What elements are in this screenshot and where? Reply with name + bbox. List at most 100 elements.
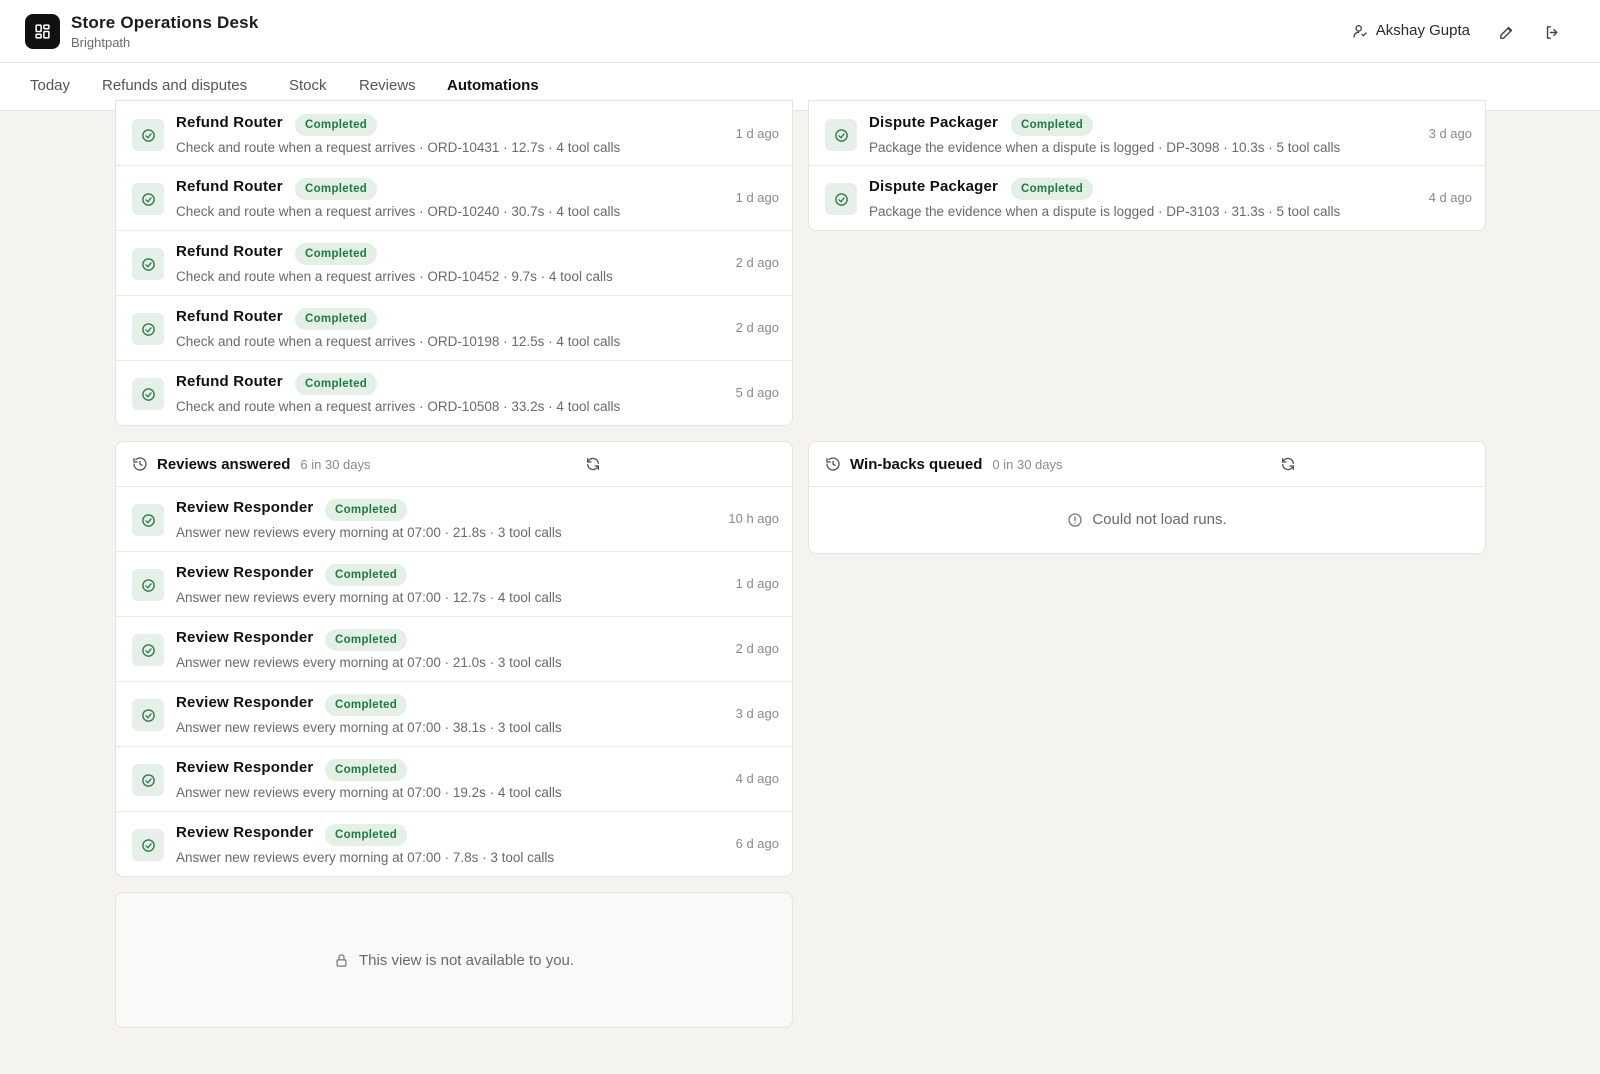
card-header: Reviews answered 6 in 30 days <box>116 442 792 487</box>
run-time: 1 d ago <box>735 190 779 205</box>
run-time: 4 d ago <box>735 771 779 786</box>
check-circle-icon <box>141 322 155 336</box>
run-time: 2 d ago <box>735 255 779 270</box>
list-item[interactable]: Review Responder Completed Answer new re… <box>116 552 792 617</box>
check-circle-icon <box>834 192 848 206</box>
dispute-runs-card: Dispute Packager Completed Package the e… <box>808 100 1486 231</box>
status-badge: Completed <box>325 824 408 846</box>
run-time: 5 d ago <box>735 385 779 400</box>
status-badge: Completed <box>295 178 378 200</box>
run-description: Answer new reviews every morning at 07:0… <box>176 850 555 865</box>
card-header: Win-backs queued 0 in 30 days <box>809 442 1485 487</box>
run-name: Review Responder <box>176 564 314 581</box>
status-icon <box>132 569 164 601</box>
list-item[interactable]: Review Responder Completed Answer new re… <box>116 812 792 876</box>
check-circle-icon <box>141 708 155 722</box>
edit-button[interactable] <box>1494 20 1518 44</box>
logout-icon <box>1546 25 1557 39</box>
status-badge: Completed <box>325 694 408 716</box>
status-icon <box>132 119 164 151</box>
run-description: Package the evidence when a dispute is l… <box>869 204 1341 219</box>
run-time: 10 h ago <box>728 511 779 526</box>
error-message: Could not load runs. <box>809 487 1485 552</box>
list-item[interactable]: Review Responder Completed Answer new re… <box>116 487 792 552</box>
lock-icon <box>336 953 347 967</box>
status-icon <box>132 504 164 536</box>
status-icon <box>132 634 164 666</box>
run-time: 2 d ago <box>735 641 779 656</box>
tab-stock[interactable]: Stock <box>289 77 327 94</box>
grid-icon <box>35 24 50 39</box>
user-menu[interactable]: Akshay Gupta <box>1352 22 1470 39</box>
list-item[interactable]: Refund Router Completed Check and route … <box>116 102 792 166</box>
run-description: Check and route when a request arrives ·… <box>176 269 613 284</box>
run-time: 2 d ago <box>735 320 779 335</box>
list-item[interactable]: Refund Router Completed Check and route … <box>116 296 792 361</box>
run-name: Dispute Packager <box>869 114 999 131</box>
status-badge: Completed <box>325 759 408 781</box>
run-name: Refund Router <box>176 114 283 131</box>
win-backs-queued-card: Win-backs queued 0 in 30 days Could not … <box>808 441 1486 554</box>
run-name: Refund Router <box>176 178 283 195</box>
dispute-run-list: Dispute Packager Completed Package the e… <box>809 101 1485 230</box>
list-item[interactable]: Review Responder Completed Answer new re… <box>116 747 792 812</box>
check-circle-icon <box>141 838 155 852</box>
card-title: Reviews answered <box>157 455 291 473</box>
refund-runs-card: Refund Router Completed Check and route … <box>115 100 793 426</box>
status-badge: Completed <box>295 308 378 330</box>
run-time: 6 d ago <box>735 836 779 851</box>
alert-circle-icon <box>1068 512 1083 527</box>
run-description: Answer new reviews every morning at 07:0… <box>176 655 562 670</box>
check-circle-icon <box>141 513 155 527</box>
tab-today[interactable]: Today <box>30 77 70 94</box>
status-badge: Completed <box>295 114 378 136</box>
check-circle-icon <box>141 643 155 657</box>
run-name: Review Responder <box>176 629 314 646</box>
run-name: Review Responder <box>176 499 314 516</box>
list-item[interactable]: Refund Router Completed Check and route … <box>116 361 792 425</box>
tab-refunds-and-disputes[interactable]: Refunds and disputes <box>102 77 247 94</box>
list-item[interactable]: Refund Router Completed Check and route … <box>116 231 792 296</box>
check-circle-icon <box>141 387 155 401</box>
status-icon <box>825 119 857 151</box>
status-badge: Completed <box>325 499 408 521</box>
status-icon <box>132 699 164 731</box>
check-circle-icon <box>141 257 155 271</box>
user-icon <box>1353 24 1367 38</box>
list-item[interactable]: Dispute Packager Completed Package the e… <box>809 166 1485 230</box>
app-title: Store Operations Desk <box>71 13 259 32</box>
list-item[interactable]: Dispute Packager Completed Package the e… <box>809 102 1485 166</box>
run-name: Review Responder <box>176 759 314 776</box>
reviews-answered-card: Reviews answered 6 in 30 days Review Res… <box>115 441 793 877</box>
history-icon <box>133 457 147 471</box>
run-description: Package the evidence when a dispute is l… <box>869 140 1341 155</box>
app-header: Store Operations Desk Brightpath Akshay … <box>0 0 1600 63</box>
run-name: Refund Router <box>176 243 283 260</box>
refresh-icon[interactable] <box>1280 456 1296 472</box>
run-description: Check and route when a request arrives ·… <box>176 334 621 349</box>
logout-button[interactable] <box>1540 20 1564 44</box>
status-icon <box>825 183 857 215</box>
check-circle-icon <box>141 128 155 142</box>
status-badge: Completed <box>325 629 408 651</box>
refund-run-list: Refund Router Completed Check and route … <box>116 101 792 425</box>
run-description: Answer new reviews every morning at 07:0… <box>176 590 562 605</box>
run-time: 3 d ago <box>735 706 779 721</box>
status-badge: Completed <box>295 243 378 265</box>
list-item[interactable]: Refund Router Completed Check and route … <box>116 166 792 231</box>
list-item[interactable]: Review Responder Completed Answer new re… <box>116 617 792 682</box>
list-item[interactable]: Review Responder Completed Answer new re… <box>116 682 792 747</box>
app-logo <box>25 14 60 49</box>
run-description: Answer new reviews every morning at 07:0… <box>176 525 562 540</box>
refresh-icon[interactable] <box>585 456 601 472</box>
run-description: Check and route when a request arrives ·… <box>176 204 621 219</box>
run-description: Answer new reviews every morning at 07:0… <box>176 785 562 800</box>
locked-view-card: This view is not available to you. <box>115 892 793 1028</box>
tab-reviews[interactable]: Reviews <box>359 77 416 94</box>
card-count: 0 in 30 days <box>992 456 1063 472</box>
run-time: 1 d ago <box>735 576 779 591</box>
run-name: Refund Router <box>176 308 283 325</box>
app-subtitle: Brightpath <box>71 35 131 50</box>
history-icon <box>826 457 840 471</box>
tab-automations[interactable]: Automations <box>447 77 539 94</box>
